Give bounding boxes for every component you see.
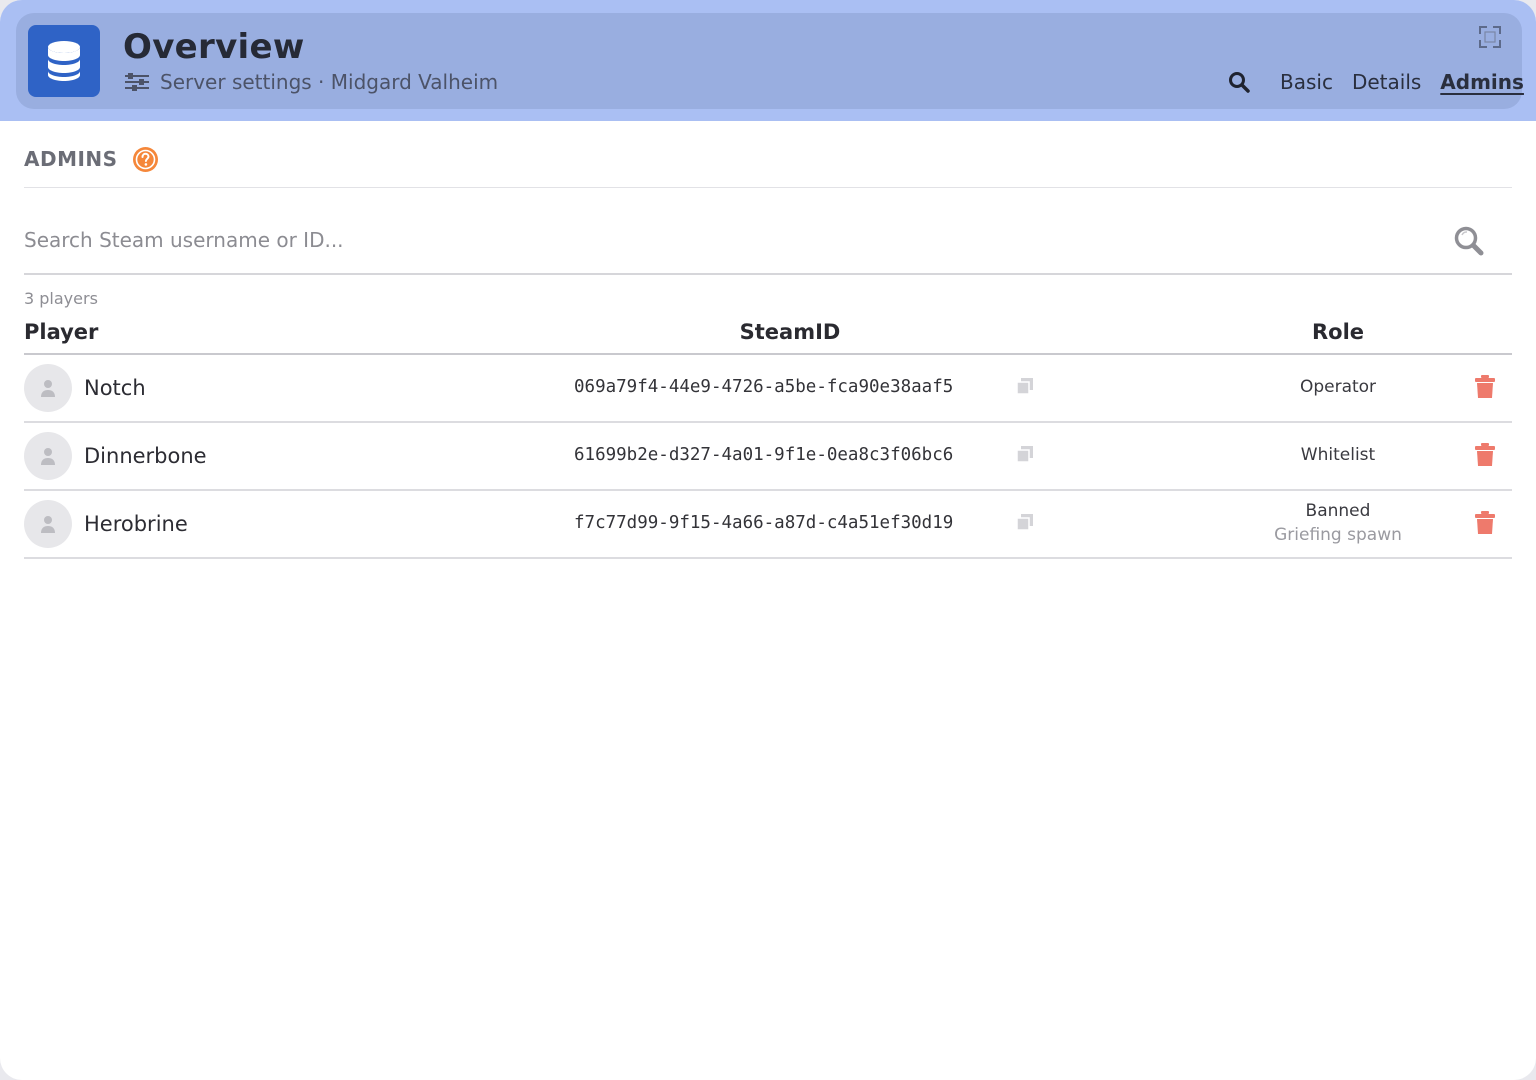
role-label: Whitelist — [1300, 445, 1376, 465]
trash-icon[interactable] — [1474, 443, 1496, 467]
tab-basic[interactable]: Basic — [1280, 69, 1333, 95]
role-label: Banned — [1305, 501, 1371, 521]
column-header-steamid[interactable]: SteamID — [640, 318, 940, 346]
role-note: Griefing spawn — [1274, 525, 1402, 545]
table-row[interactable]: Herobrine f7c77d99-9f15-4a66-a87d-c4a51e… — [24, 491, 1512, 559]
user-icon — [24, 364, 72, 412]
subtitle-text: Server settings · Midgard Valheim — [160, 70, 499, 94]
row-divider — [24, 557, 1512, 559]
table-row[interactable]: Dinnerbone 61699b2e-d327-4a01-9f1e-0ea8c… — [24, 423, 1512, 491]
steam-id: 61699b2e-d327-4a01-9f1e-0ea8c3f06bc6 — [574, 445, 954, 465]
player-name: Dinnerbone — [84, 444, 207, 468]
table-row[interactable]: Notch 069a79f4-44e9-4726-a5be-fca90e38aa… — [24, 355, 1512, 423]
header-nav: Basic Details Admins — [1228, 69, 1524, 95]
search-icon[interactable] — [1228, 71, 1250, 93]
player-name: Herobrine — [84, 512, 188, 536]
copy-icon[interactable] — [1016, 513, 1034, 531]
trash-icon[interactable] — [1474, 375, 1496, 399]
user-icon — [24, 432, 72, 480]
player-name: Notch — [84, 376, 146, 400]
column-header-role[interactable]: Role — [1238, 318, 1438, 346]
user-icon — [24, 500, 72, 548]
app-window: Overview Server settings · Midgard Valhe… — [0, 0, 1536, 1080]
steam-id: f7c77d99-9f15-4a66-a87d-c4a51ef30d19 — [574, 513, 954, 533]
player-count: 3 players — [24, 289, 98, 308]
tab-admins[interactable]: Admins — [1440, 69, 1524, 95]
copy-icon[interactable] — [1016, 377, 1034, 395]
steam-id: 069a79f4-44e9-4726-a5be-fca90e38aaf5 — [574, 377, 954, 397]
trash-icon[interactable] — [1474, 511, 1496, 535]
page-title: Overview — [123, 27, 305, 67]
role-label: Operator — [1299, 377, 1377, 397]
fullscreen-icon[interactable] — [1478, 25, 1502, 49]
copy-icon[interactable] — [1016, 445, 1034, 463]
search-icon[interactable] — [1452, 224, 1486, 258]
question-icon[interactable] — [132, 146, 158, 172]
tab-details[interactable]: Details — [1352, 69, 1421, 95]
header-band: Overview Server settings · Midgard Valhe… — [0, 0, 1536, 121]
breadcrumb: Server settings · Midgard Valheim — [124, 69, 498, 95]
column-header-player[interactable]: Player — [24, 318, 98, 346]
section-divider — [24, 187, 1512, 188]
section-header: ADMINS — [24, 146, 158, 172]
search-underline — [24, 273, 1512, 275]
header-card: Overview Server settings · Midgard Valhe… — [16, 13, 1524, 109]
database-icon — [28, 25, 100, 97]
search-input[interactable] — [24, 220, 1444, 260]
sliders-icon — [124, 70, 150, 94]
section-title: ADMINS — [24, 147, 118, 171]
